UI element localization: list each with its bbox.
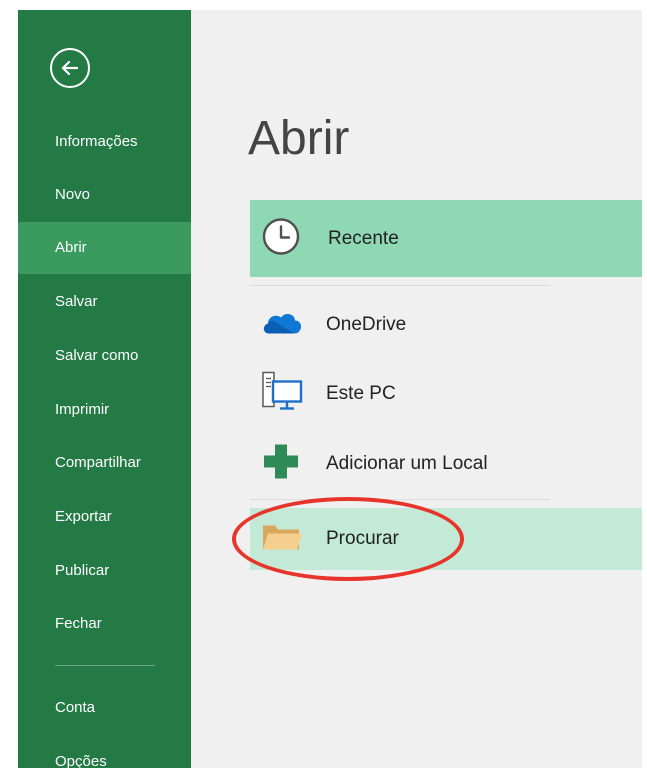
sidebar-item-informacoes[interactable]: Informações	[18, 116, 191, 168]
sidebar-item-conta[interactable]: Conta	[18, 682, 191, 734]
sidebar: Informações Novo Abrir Salvar Salvar com…	[18, 10, 191, 768]
sidebar-item-salvar[interactable]: Salvar	[18, 276, 191, 328]
sidebar-divider	[55, 665, 155, 666]
sidebar-item-opcoes[interactable]: Opções	[18, 736, 191, 768]
location-procurar[interactable]: Procurar	[250, 508, 642, 570]
computer-icon	[261, 371, 303, 418]
location-este-pc[interactable]: Este PC	[250, 360, 642, 428]
back-button[interactable]	[50, 48, 90, 88]
sidebar-item-abrir[interactable]: Abrir	[18, 222, 191, 274]
location-label: OneDrive	[326, 314, 407, 335]
location-onedrive[interactable]: OneDrive	[250, 292, 642, 358]
sidebar-item-imprimir[interactable]: Imprimir	[18, 384, 191, 436]
sidebar-item-salvar-como[interactable]: Salvar como	[18, 330, 191, 382]
page-title: Abrir	[248, 112, 350, 165]
sidebar-item-compartilhar[interactable]: Compartilhar	[18, 437, 191, 489]
location-label: Adicionar um Local	[326, 453, 488, 474]
sidebar-item-exportar[interactable]: Exportar	[18, 491, 191, 543]
divider	[250, 285, 550, 286]
plus-icon	[261, 442, 301, 487]
arrow-left-icon	[61, 60, 79, 76]
sidebar-item-fechar[interactable]: Fechar	[18, 598, 191, 650]
backstage-view: Informações Novo Abrir Salvar Salvar com…	[18, 10, 642, 768]
clock-icon	[261, 216, 301, 261]
sidebar-item-publicar[interactable]: Publicar	[18, 545, 191, 597]
divider	[250, 499, 550, 500]
cloud-icon	[261, 308, 303, 343]
sidebar-item-novo[interactable]: Novo	[18, 169, 191, 221]
location-label: Recente	[328, 227, 399, 249]
location-label: Procurar	[326, 528, 399, 549]
location-recente[interactable]: Recente	[250, 200, 642, 277]
main-panel: Abrir Recente OneDrive Este PC Adicionar…	[191, 10, 642, 768]
location-label: Este PC	[326, 383, 396, 404]
folder-icon	[261, 520, 303, 559]
location-adicionar-local[interactable]: Adicionar um Local	[250, 430, 642, 498]
